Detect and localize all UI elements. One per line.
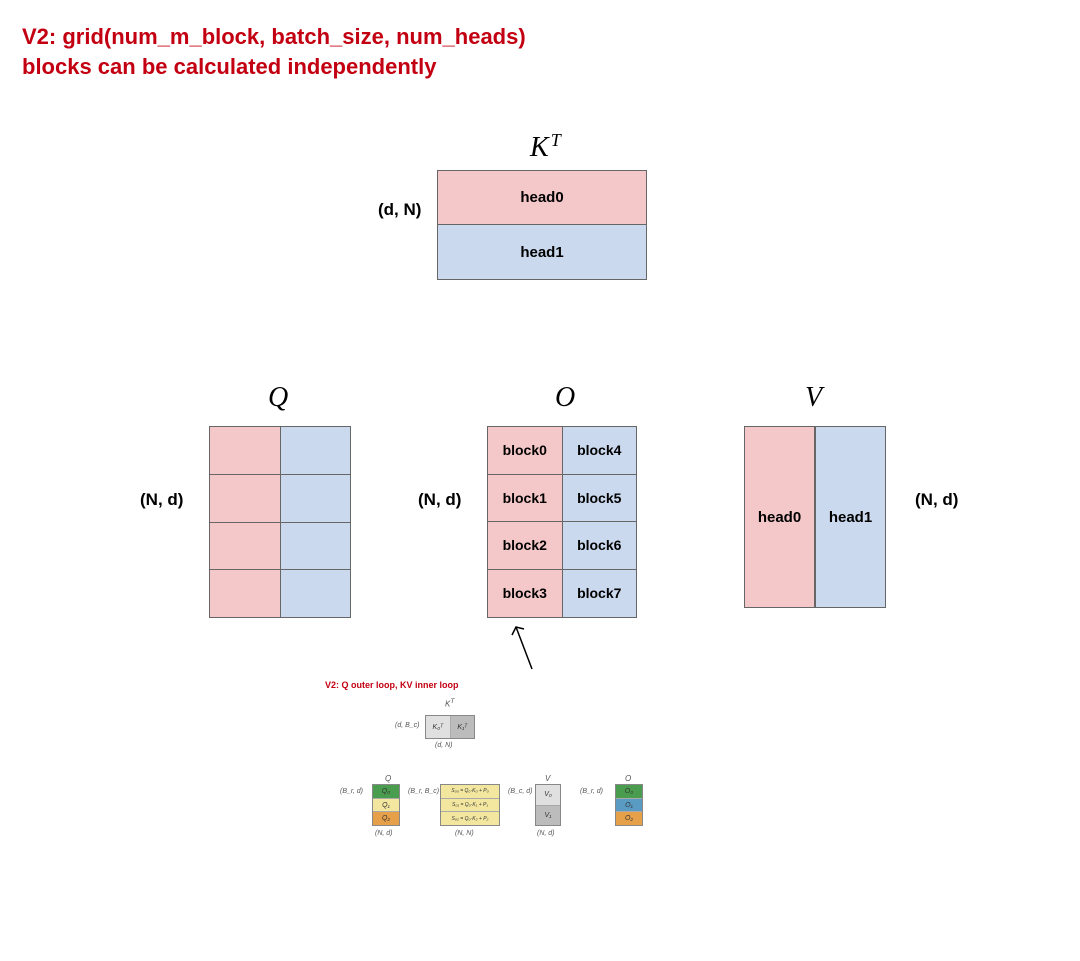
diagram-title: V2: grid(num_m_block, batch_size, num_he… [22,22,526,81]
inner-s-dim-left: (B_r, B_c) [408,788,439,795]
v-head0-cell: head0 [745,427,815,607]
kt-dim: (d, N) [378,200,421,220]
o-block4: block4 [563,427,637,475]
v-head1-cell: head1 [815,427,885,607]
q-col-1 [281,427,351,617]
inner-s-c1: S₀₁ = Q₀·K₁ + P₁ [441,799,499,813]
kt-matrix: head0 head1 [437,170,647,280]
inner-kt-dim-bottom: (d, N) [435,742,453,749]
inner-kt-label: KT [445,698,454,709]
inner-o-c0: O₀ [616,785,642,799]
o-block0: block0 [488,427,563,475]
v-label: V [805,382,822,414]
title-line-1: V2: grid(num_m_block, batch_size, num_he… [22,24,526,49]
o-block5: block5 [563,475,637,523]
inner-v-c1: V₁ [536,806,560,826]
inner-title: V2: Q outer loop, KV inner loop [325,680,459,690]
inner-kt-c0: K₀ᵀ [426,716,451,738]
inner-q-c2: Q₂ [373,812,399,825]
inner-q-c1: Q₁ [373,799,399,813]
inner-s-c0: S₀₀ = Q₀·K₀ + P₀ [441,785,499,799]
inner-o-dim-left: (B_r, d) [580,788,603,795]
inner-v-dim-left: (B_c, d) [508,788,533,795]
o-matrix: block0block4 block1block5 block2block6 b… [487,426,637,618]
inner-q-dim-left: (B_r, d) [340,788,363,795]
kt-head0-cell: head0 [438,171,646,225]
inner-kt-matrix: K₀ᵀ K₁ᵀ [425,715,475,739]
v-matrix: head0 head1 [744,426,886,608]
q-col-0 [210,427,281,617]
inner-o-c2: O₂ [616,812,642,825]
inner-s-dim-bottom: (N, N) [455,830,474,837]
inner-v-c0: V₀ [536,785,560,806]
v-dim: (N, d) [915,490,958,510]
inner-v-dim-bottom: (N, d) [537,830,555,837]
inner-v-matrix: V₀ V₁ [535,784,561,826]
inner-q-label: Q [385,774,391,783]
q-dim: (N, d) [140,490,183,510]
inner-o-matrix: O₀ O₁ O₂ [615,784,643,826]
inner-kt-c1: K₁ᵀ [451,716,475,738]
q-matrix [209,426,351,618]
q-label: Q [268,382,288,414]
inner-diagram: V2: Q outer loop, KV inner loop KT (d, B… [320,680,690,880]
inner-s-c2: S₀₂ = Q₀·K₂ + P₂ [441,812,499,825]
kt-head1-cell: head1 [438,225,646,279]
kt-label: KT [530,130,559,164]
inner-o-label: O [625,774,631,783]
inner-q-matrix: Q₀ Q₁ Q₂ [372,784,400,826]
o-dim: (N, d) [418,490,461,510]
inner-s-matrix: S₀₀ = Q₀·K₀ + P₀ S₀₁ = Q₀·K₁ + P₁ S₀₂ = … [440,784,500,826]
o-block2: block2 [488,522,563,570]
o-block3: block3 [488,570,563,618]
inner-o-c1: O₁ [616,799,642,813]
o-block7: block7 [563,570,637,618]
inner-q-dim-bottom: (N, d) [375,830,393,837]
arrow-icon [510,621,540,671]
o-label: O [555,382,575,414]
title-line-2: blocks can be calculated independently [22,54,436,79]
inner-q-c0: Q₀ [373,785,399,799]
inner-kt-dim-top: (d, B_c) [395,722,420,729]
inner-v-label: V [545,774,550,783]
o-block1: block1 [488,475,563,523]
o-block6: block6 [563,522,637,570]
